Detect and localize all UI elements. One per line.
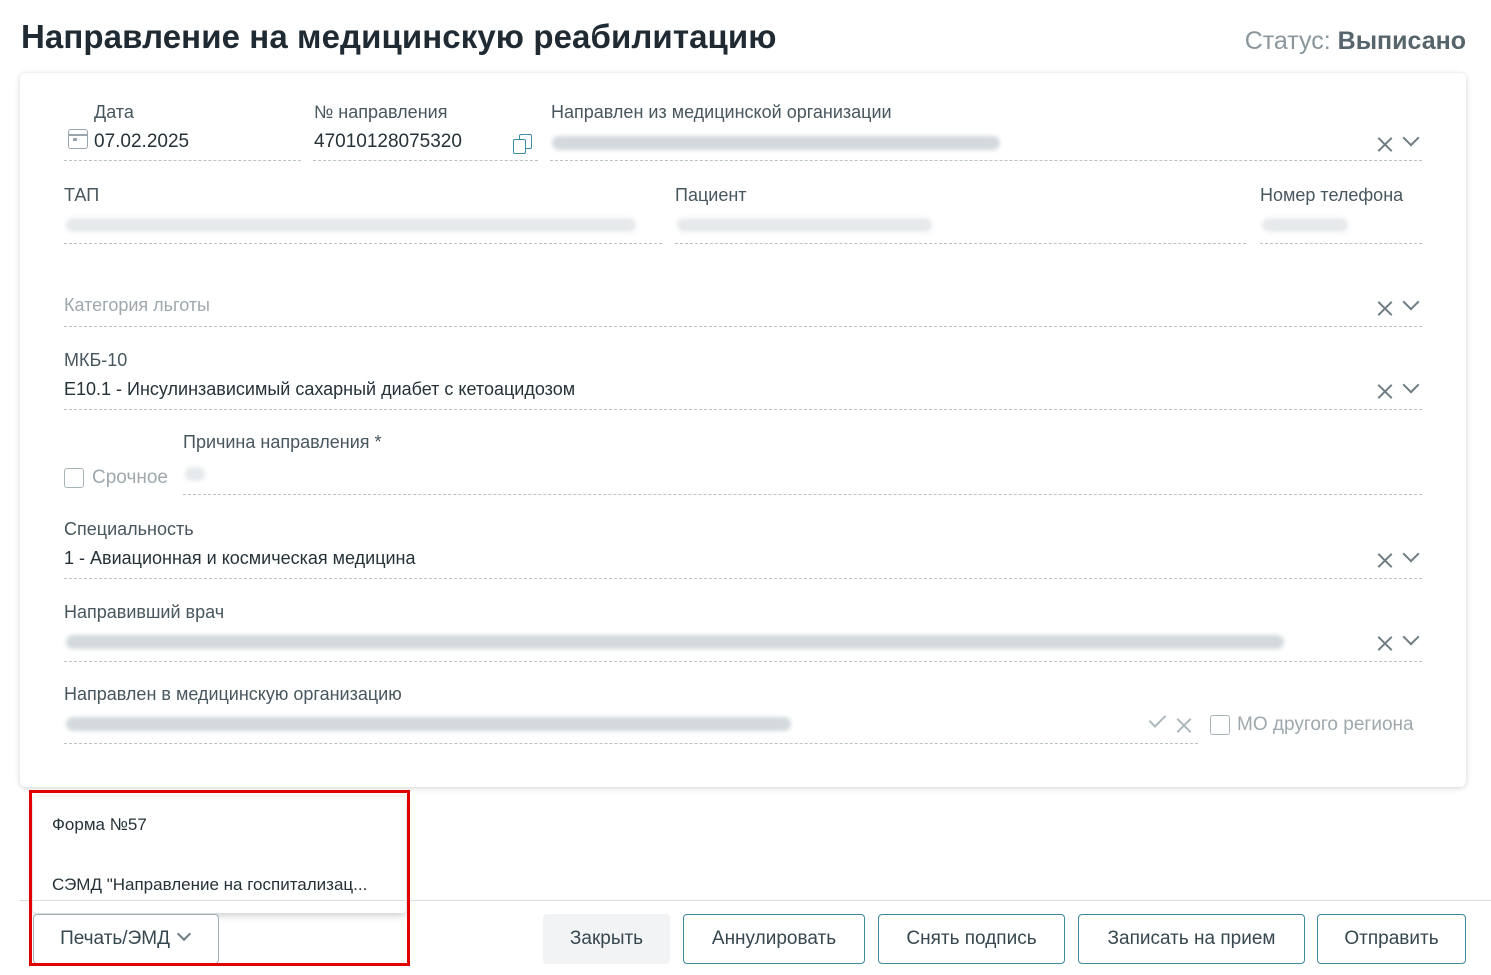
from-org-field[interactable]: Направлен из медицинской организации xyxy=(550,101,1422,161)
specialty-value: 1 - Авиационная и космическая медицина xyxy=(64,548,416,568)
tap-value-redacted xyxy=(66,218,636,232)
clear-icon[interactable] xyxy=(1376,299,1394,317)
status-label: Статус: xyxy=(1244,27,1331,55)
reason-field[interactable]: Причина направления * xyxy=(183,431,1422,495)
check-icon[interactable] xyxy=(1147,711,1167,731)
patient-value-redacted xyxy=(677,218,932,232)
page-title: Направление на медицинскую реабилитацию xyxy=(21,18,777,55)
tap-label: ТАП xyxy=(64,185,100,205)
referring-doctor-label: Направивший врач xyxy=(64,602,225,622)
status: Статус: Выписано xyxy=(1245,27,1466,56)
chevron-down-icon[interactable] xyxy=(1402,631,1420,649)
urgent-label[interactable]: Срочное xyxy=(92,467,168,489)
phone-field[interactable]: Номер телефона xyxy=(1260,184,1422,244)
chevron-down-icon[interactable] xyxy=(1402,132,1420,150)
other-region-label[interactable]: МО другого региона xyxy=(1237,714,1414,736)
chevron-down-icon[interactable] xyxy=(1402,296,1420,314)
referral-number-field[interactable]: № направления 47010128075320 xyxy=(313,101,538,161)
icd10-value: E10.1 - Инсулинзависимый сахарный диабет… xyxy=(64,379,576,399)
tap-field[interactable]: ТАП xyxy=(64,184,662,244)
clear-icon[interactable] xyxy=(1376,634,1394,652)
copy-icon[interactable] xyxy=(513,134,533,154)
reason-value-redacted xyxy=(185,467,205,481)
benefit-category-placeholder: Категория льготы xyxy=(64,295,210,315)
patient-label: Пациент xyxy=(675,185,747,205)
icd10-select[interactable]: МКБ-10 E10.1 - Инсулинзависимый сахарный… xyxy=(64,349,1422,410)
referral-form-card: Дата 07.02.2025 № направления 4701012807… xyxy=(20,73,1466,787)
clear-icon[interactable] xyxy=(1376,551,1394,569)
status-value: Выписано xyxy=(1337,27,1466,55)
icd10-label: МКБ-10 xyxy=(64,350,128,370)
footer-divider xyxy=(20,900,1491,901)
print-dropdown-menu: Форма №57 СЭМД "Направление на госпитали… xyxy=(33,797,406,913)
date-label: Дата xyxy=(94,102,134,122)
from-org-value-redacted xyxy=(552,136,1000,150)
phone-label: Номер телефона xyxy=(1260,185,1404,205)
patient-field[interactable]: Пациент xyxy=(675,184,1246,244)
clear-icon[interactable] xyxy=(1175,716,1193,734)
to-org-label: Направлен в медицинскую организацию xyxy=(64,684,402,704)
phone-value-redacted xyxy=(1262,218,1348,232)
chevron-down-icon[interactable] xyxy=(1402,379,1420,397)
referral-number-value: 47010128075320 xyxy=(314,131,462,152)
print-emd-button[interactable]: Печать/ЭМД xyxy=(33,914,219,964)
chevron-down-icon[interactable] xyxy=(1402,548,1420,566)
close-button[interactable]: Закрыть xyxy=(543,914,670,964)
referring-doctor-select[interactable]: Направивший врач xyxy=(64,601,1422,662)
other-region-checkbox[interactable] xyxy=(1210,715,1230,735)
menu-item-semd-hospitalization[interactable]: СЭМД "Направление на госпитализац... xyxy=(52,875,367,895)
date-field[interactable]: Дата 07.02.2025 xyxy=(64,101,301,161)
chevron-down-icon xyxy=(176,929,192,945)
to-org-value-redacted xyxy=(66,717,791,731)
annul-button[interactable]: Аннулировать xyxy=(683,914,865,964)
benefit-category-select[interactable]: Категория льготы xyxy=(64,285,1422,327)
calendar-icon[interactable] xyxy=(68,129,88,149)
send-button[interactable]: Отправить xyxy=(1317,914,1466,964)
date-value: 07.02.2025 xyxy=(94,131,190,152)
specialty-label: Специальность xyxy=(64,519,194,539)
reason-label: Причина направления * xyxy=(183,432,382,452)
menu-item-form-57[interactable]: Форма №57 xyxy=(52,815,147,835)
clear-icon[interactable] xyxy=(1376,382,1394,400)
remove-signature-button[interactable]: Снять подпись xyxy=(878,914,1065,964)
referral-number-label: № направления xyxy=(314,102,448,122)
referring-doctor-value-redacted xyxy=(66,635,1284,649)
clear-icon[interactable] xyxy=(1376,135,1394,153)
urgent-checkbox[interactable] xyxy=(64,468,84,488)
print-emd-label: Печать/ЭМД xyxy=(60,928,170,949)
book-appointment-button[interactable]: Записать на прием xyxy=(1078,914,1305,964)
to-org-select[interactable]: Направлен в медицинскую организацию xyxy=(64,683,1198,744)
specialty-select[interactable]: Специальность 1 - Авиационная и космичес… xyxy=(64,518,1422,579)
from-org-label: Направлен из медицинской организации xyxy=(551,102,892,122)
